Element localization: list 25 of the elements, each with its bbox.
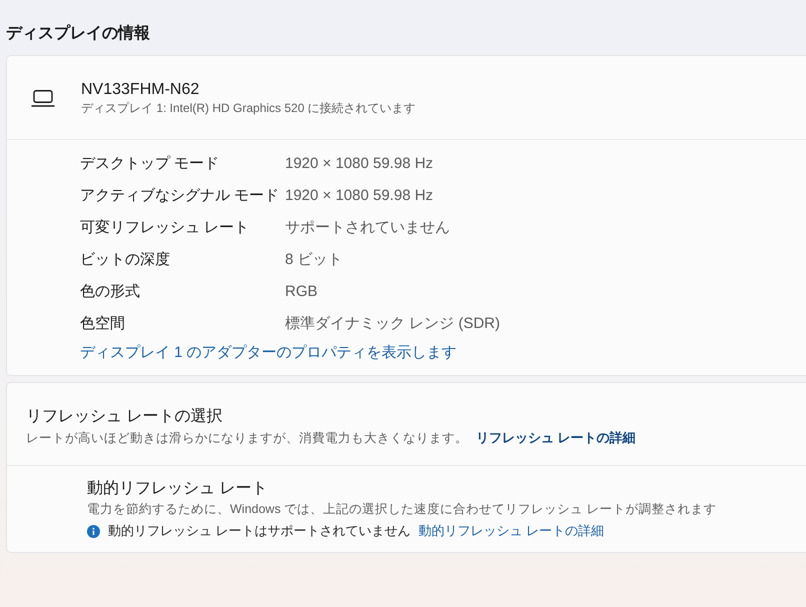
property-value: RGB [285, 282, 318, 302]
property-label: デスクトップ モード [80, 154, 220, 174]
property-label: ビットの深度 [80, 250, 171, 270]
property-value: 8 ビット [285, 250, 343, 270]
property-value: 1920 × 1080 59.98 Hz [285, 154, 434, 174]
refresh-rate-title: リフレッシュ レートの選択 [26, 407, 222, 427]
section-title: ディスプレイの情報 [6, 23, 150, 44]
property-value: 1920 × 1080 59.98 Hz [285, 186, 434, 206]
dynamic-refresh-details-link[interactable]: 動的リフレッシュ レートの詳細 [418, 522, 604, 540]
refresh-rate-description: レートが高いほど動きは滑らかになりますが、消費電力も大きくなります。 [26, 430, 468, 447]
adapter-properties-link[interactable]: ディスプレイ 1 のアダプターのプロパティを表示します [80, 343, 457, 363]
display-connection-text: ディスプレイ 1: Intel(R) HD Graphics 520 に接続されています [81, 100, 416, 116]
dynamic-refresh-title: 動的リフレッシュ レート [87, 479, 268, 499]
property-label: 色空間 [80, 314, 126, 334]
property-label: 可変リフレッシュ レート [80, 218, 250, 238]
display-name: NV133FHM-N62 [81, 80, 200, 100]
property-value: サポートされていません [285, 218, 450, 238]
info-icon [87, 524, 100, 538]
property-label: アクティブなシグナル モード [80, 186, 280, 206]
dynamic-refresh-notice: 動的リフレッシュ レートはサポートされていません [108, 522, 411, 540]
dynamic-refresh-description: 電力を節約するために、Windows では、上記の選択した速度に合わせてリフレッシュ レートが調整されます [87, 501, 717, 518]
laptop-icon [31, 90, 55, 107]
refresh-rate-details-link[interactable]: リフレッシュ レートの詳細 [476, 429, 636, 447]
property-label: 色の形式 [80, 282, 141, 302]
property-value: 標準ダイナミック レンジ (SDR) [285, 314, 500, 334]
